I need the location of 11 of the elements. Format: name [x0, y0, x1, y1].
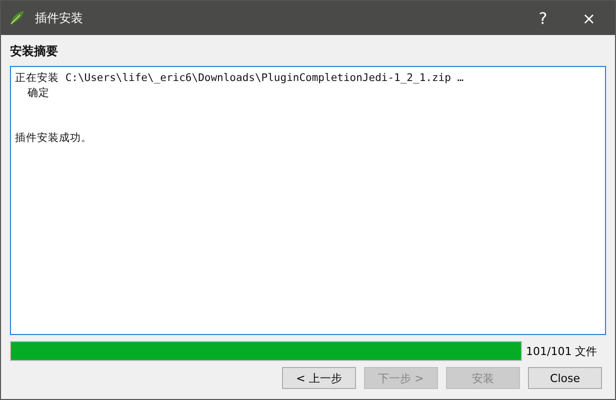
section-heading: 安装摘要 — [10, 43, 59, 60]
close-button[interactable]: × — [571, 3, 607, 33]
progress-reading: 101/101 文件 — [526, 344, 598, 358]
leaf-icon — [9, 10, 25, 26]
log-line: 确定 — [26, 86, 51, 101]
window-title: 插件安装 — [35, 10, 84, 26]
log-line: 正在安装 C:\Users\life\_eric6\Downloads\PluginCompletionJedi-1_2_1.zip … — [15, 71, 465, 86]
wizard-button[interactable]: Close — [528, 367, 602, 389]
help-button[interactable]: ? — [525, 3, 561, 33]
result-message: 插件安装成功。 — [15, 131, 93, 146]
wizard-button[interactable]: < 上一步 — [282, 367, 356, 389]
